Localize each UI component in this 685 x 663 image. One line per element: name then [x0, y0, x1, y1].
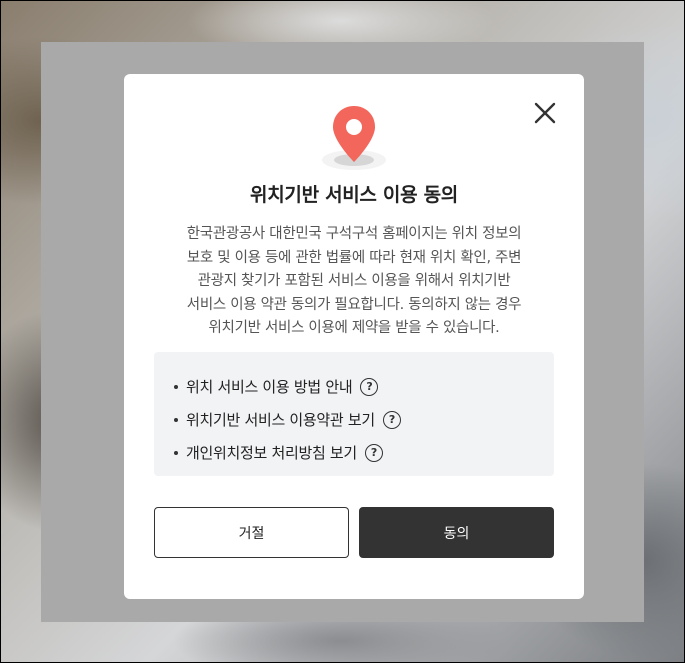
screen: 위치기반 서비스 이용 동의 한국관광공사 대한민국 구석구석 홈페이지는 위치…: [0, 0, 685, 663]
info-links-list: 위치 서비스 이용 방법 안내 ? 위치기반 서비스 이용약관 보기 ? 개인위…: [154, 352, 554, 469]
question-circle-icon[interactable]: ?: [382, 410, 401, 429]
description-line: 위치기반 서비스 이용에 제약을 받을 수 있습니다.: [208, 320, 500, 336]
location-consent-dialog: 위치기반 서비스 이용 동의 한국관광공사 대한민국 구석구석 홈페이지는 위치…: [124, 74, 584, 599]
agree-button[interactable]: 동의: [359, 507, 554, 558]
link-label: 위치 서비스 이용 방법 안내: [186, 378, 353, 396]
bullet-icon: [174, 384, 178, 389]
question-circle-icon[interactable]: ?: [364, 443, 383, 462]
link-usage-guide[interactable]: 위치 서비스 이용 방법 안내 ?: [174, 370, 554, 403]
dialog-title: 위치기반 서비스 이용 동의: [250, 184, 458, 206]
info-links-box: 위치 서비스 이용 방법 안내 ? 위치기반 서비스 이용약관 보기 ? 개인위…: [154, 352, 554, 476]
bullet-icon: [174, 417, 178, 422]
link-label: 개인위치정보 처리방침 보기: [186, 444, 357, 462]
reject-button[interactable]: 거절: [154, 507, 349, 558]
close-icon: [534, 102, 556, 124]
link-privacy-policy[interactable]: 개인위치정보 처리방침 보기 ?: [174, 436, 554, 469]
description-line: 한국관광공사 대한민국 구석구석 홈페이지는 위치 정보의: [186, 226, 522, 242]
link-terms[interactable]: 위치기반 서비스 이용약관 보기 ?: [174, 403, 554, 436]
dialog-description: 한국관광공사 대한민국 구석구석 홈페이지는 위치 정보의 보호 및 이용 등에…: [154, 223, 554, 341]
description-line: 보호 및 이용 등에 관한 법률에 따라 현재 위치 확인, 주변: [186, 249, 522, 266]
location-pin-icon: [319, 102, 389, 174]
description-line: 관광지 찾기가 포함된 서비스 이용을 위해서 위치기반: [197, 273, 511, 289]
question-circle-icon[interactable]: ?: [360, 377, 379, 396]
close-button[interactable]: [534, 102, 556, 124]
description-line: 서비스 이용 약관 동의가 필요합니다. 동의하지 않는 경우: [186, 296, 522, 313]
bullet-icon: [174, 450, 178, 455]
link-label: 위치기반 서비스 이용약관 보기: [186, 411, 375, 429]
